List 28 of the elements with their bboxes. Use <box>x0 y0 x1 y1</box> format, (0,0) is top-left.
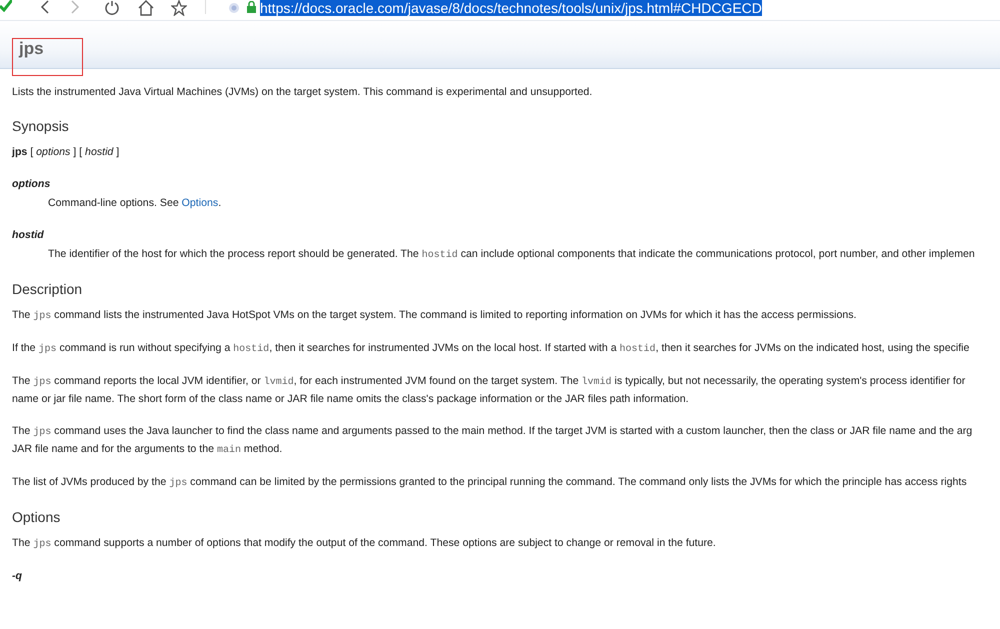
page-title: jps <box>12 38 83 76</box>
paragraph-line: The jps command lists the instrumented Java HotSpot VMs on the target system. The command is limited to reporting information on JVMs for which it has the access permissions. <box>12 308 858 324</box>
paragraph-line: name or jar file name. The short form of the class name or JAR file name omits the class's package information or the JAR files path information. <box>12 392 690 407</box>
term-description: The identifier of the host for which the process report should be generated. The hostid can include optional components that indicate the communications protocol, port number, and other implemen <box>48 247 976 263</box>
paragraph-line: The jps command supports a number of options that modify the output of the command. These options are subject to change or removal in the future. <box>12 536 717 552</box>
reload-icon[interactable] <box>104 0 120 16</box>
paragraph-line: JAR file name and for the arguments to the main method. <box>12 442 284 458</box>
paragraph-line: The jps command uses the Java launcher to find the class name and arguments passed to the main method. If the target JVM is started with a custom launcher, then the class or JAR file name and the arg <box>12 424 974 440</box>
term-description: Command-line options. See Options. <box>48 196 222 211</box>
back-icon[interactable] <box>40 0 50 14</box>
section-heading: Options <box>12 508 62 527</box>
section-heading: Synopsis <box>12 117 70 136</box>
intro-text: Lists the instrumented Java Virtual Machines (JVMs) on the target system. This command is experimental and unsupported. <box>12 85 594 100</box>
section-heading: Description <box>12 280 84 299</box>
paragraph-line: jps [ options ] [ hostid ] <box>12 145 120 160</box>
term-label: hostid <box>12 228 45 243</box>
site-icon <box>228 2 240 14</box>
home-icon[interactable] <box>138 0 154 16</box>
term-label: options <box>12 177 52 192</box>
url-field[interactable]: https://docs.oracle.com/javase/8/docs/technotes/tools/unix/jps.html#CHDCGECD <box>260 0 762 16</box>
term-label: -q <box>12 569 23 584</box>
check-icon <box>0 0 12 12</box>
lock-icon <box>246 1 257 13</box>
paragraph-line: If the jps command is run without specifying a hostid, then it searches for instrumented JVMs on the local host. If started with a hostid, then it searches for JVMs on the indicated host, using the specifie <box>12 341 970 357</box>
paragraph-line: The jps command reports the local JVM identifier, or lvmid, for each instrumented JVM found on the target system. The lvmid is typically, but not necessarily, the operating system's process identifier for <box>12 374 966 390</box>
options-link[interactable]: Options <box>182 197 218 209</box>
star-icon[interactable] <box>171 0 187 16</box>
paragraph-line: The list of JVMs produced by the jps command can be limited by the permissions granted to the principal running the command. The command only lists the JVMs for which the principle has access rights <box>12 475 968 491</box>
